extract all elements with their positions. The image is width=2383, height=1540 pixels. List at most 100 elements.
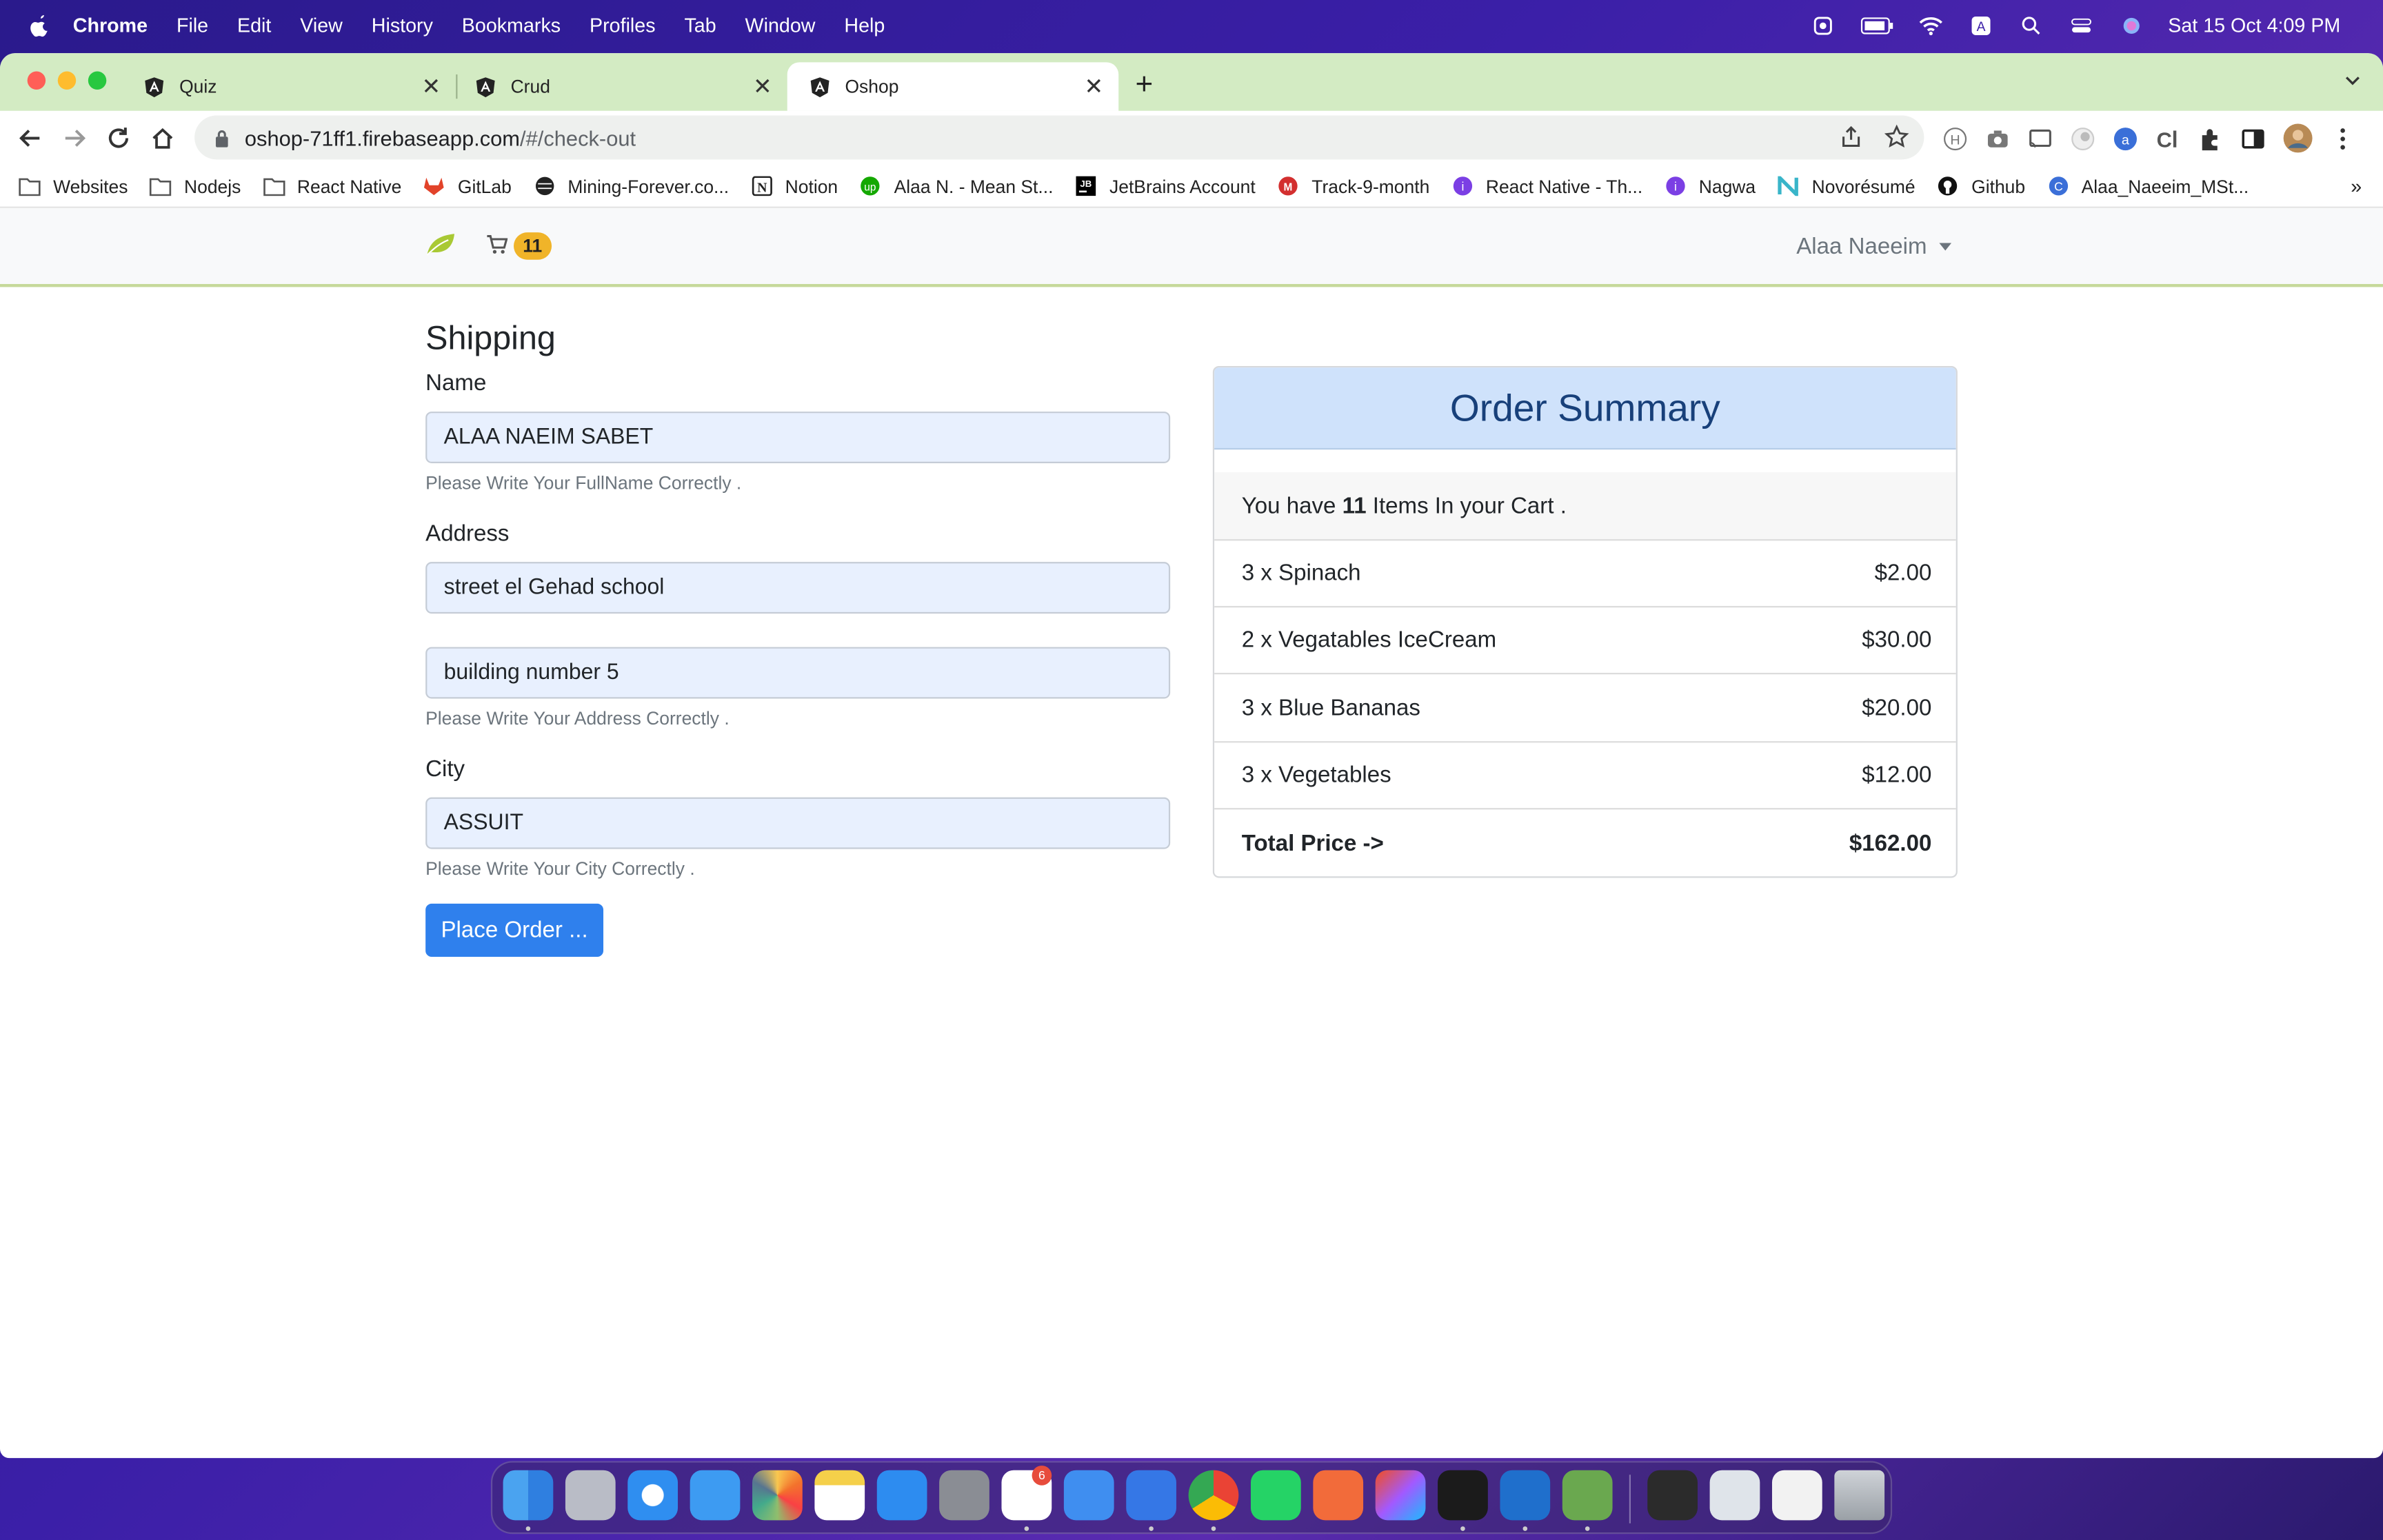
finder-icon[interactable] bbox=[503, 1470, 554, 1521]
extensions-puzzle-icon[interactable] bbox=[2198, 125, 2223, 151]
bookmark-gitlab[interactable]: GitLab bbox=[423, 175, 512, 196]
tab-label: Oshop bbox=[845, 76, 899, 98]
bookmark-nodejs[interactable]: Nodejs bbox=[149, 175, 241, 196]
photos-icon[interactable] bbox=[752, 1470, 803, 1521]
spotlight-search-icon[interactable] bbox=[2018, 14, 2043, 36]
lock-icon[interactable] bbox=[214, 128, 230, 147]
close-tab-icon[interactable]: ✕ bbox=[421, 73, 441, 100]
summary-item-row: 2 x Vegatables IceCream $30.00 bbox=[1214, 607, 1956, 675]
tab-search-chevron-icon[interactable] bbox=[2344, 72, 2362, 90]
blue-extension-icon[interactable]: a bbox=[2113, 125, 2138, 151]
bookmark-label: React Native - Th... bbox=[1485, 175, 1643, 197]
menu-profiles[interactable]: Profiles bbox=[590, 14, 656, 37]
bookmark-cv[interactable]: C Alaa_Naeeim_MSt... bbox=[2047, 175, 2249, 196]
zoom-window-button[interactable] bbox=[88, 71, 107, 90]
share-icon[interactable] bbox=[1839, 125, 1863, 149]
control-center-icon[interactable] bbox=[2068, 14, 2093, 36]
cast-extension-icon[interactable] bbox=[2027, 125, 2053, 151]
notes-icon[interactable] bbox=[814, 1470, 865, 1521]
menu-window[interactable]: Window bbox=[745, 14, 816, 37]
browser-menu-icon[interactable] bbox=[2330, 125, 2355, 151]
bookmark-nagwa[interactable]: i Nagwa bbox=[1664, 175, 1756, 196]
code-extension-icon[interactable]: C bbox=[2155, 125, 2180, 151]
menu-bookmarks[interactable]: Bookmarks bbox=[462, 14, 561, 37]
item-price: $12.00 bbox=[1862, 762, 1932, 789]
menu-help[interactable]: Help bbox=[844, 14, 885, 37]
recent-window-icon[interactable] bbox=[1709, 1470, 1760, 1521]
bookmark-track-9-month[interactable]: M Track-9-month bbox=[1277, 175, 1429, 196]
minimize-window-button[interactable] bbox=[57, 71, 77, 90]
user-dropdown[interactable]: Alaa Naeeim bbox=[1796, 234, 1951, 260]
whatsapp-icon[interactable] bbox=[1250, 1470, 1301, 1521]
figma-icon[interactable] bbox=[1375, 1470, 1426, 1521]
bookmark-mining-forever[interactable]: Mining-Forever.co... bbox=[533, 175, 729, 196]
forward-icon[interactable] bbox=[61, 125, 88, 152]
close-tab-icon[interactable]: ✕ bbox=[753, 73, 772, 100]
simulator-icon[interactable] bbox=[1126, 1470, 1176, 1521]
city-field[interactable]: ASSUIT bbox=[425, 797, 1171, 849]
bookmark-star-icon[interactable] bbox=[1884, 124, 1909, 149]
menubar-clock[interactable]: Sat 15 Oct 4:09 PM bbox=[2168, 14, 2340, 37]
menu-tab[interactable]: Tab bbox=[684, 14, 716, 37]
trash-icon[interactable] bbox=[1834, 1470, 1885, 1521]
bookmark-react-native-folder[interactable]: React Native bbox=[262, 175, 401, 196]
bookmark-novoresume[interactable]: Novorésumé bbox=[1777, 175, 1916, 196]
safari-icon[interactable] bbox=[627, 1470, 678, 1521]
bookmark-upwork[interactable]: up Alaa N. - Mean St... bbox=[859, 175, 1053, 196]
address-bar[interactable]: oshop-71ff1.firebaseapp.com/#/check-out bbox=[194, 115, 1924, 160]
profile-avatar-icon[interactable] bbox=[2283, 123, 2313, 153]
bookmark-websites[interactable]: Websites bbox=[18, 175, 128, 196]
menu-app-name[interactable]: Chrome bbox=[73, 14, 148, 37]
window-controls bbox=[27, 71, 107, 90]
address-line1-field[interactable]: street el Gehad school bbox=[425, 562, 1171, 614]
postman-icon[interactable] bbox=[1313, 1470, 1364, 1521]
siri-icon[interactable] bbox=[2118, 14, 2144, 36]
app-store-icon[interactable] bbox=[876, 1470, 927, 1521]
menu-edit[interactable]: Edit bbox=[237, 14, 271, 37]
vscode-icon[interactable] bbox=[1500, 1470, 1551, 1521]
home-icon[interactable] bbox=[149, 125, 177, 152]
leaf-logo-icon[interactable] bbox=[425, 232, 456, 256]
svg-text:i: i bbox=[1674, 180, 1677, 194]
bookmarks-overflow-chevron[interactable]: » bbox=[2351, 174, 2362, 197]
bookmark-label: Alaa_Naeeim_MSt... bbox=[2081, 175, 2249, 197]
close-window-button[interactable] bbox=[27, 71, 46, 90]
close-tab-icon[interactable]: ✕ bbox=[1084, 73, 1103, 100]
mail-icon[interactable] bbox=[690, 1470, 741, 1521]
cart-count-badge[interactable]: 11 bbox=[513, 232, 552, 260]
battery-icon[interactable] bbox=[1860, 14, 1893, 36]
new-tab-icon[interactable]: + bbox=[1135, 68, 1153, 103]
recent-window-icon[interactable] bbox=[1647, 1470, 1698, 1521]
camera-extension-icon[interactable] bbox=[1985, 125, 2011, 151]
bookmark-github[interactable]: Github bbox=[1936, 175, 2025, 196]
extension-h-icon[interactable]: H bbox=[1942, 125, 1968, 151]
bookmark-jetbrains[interactable]: JB JetBrains Account bbox=[1074, 175, 1256, 196]
tab-crud[interactable]: Crud ✕ bbox=[453, 62, 787, 111]
shopping-cart-icon[interactable] bbox=[486, 234, 508, 255]
reload-icon[interactable] bbox=[105, 125, 132, 152]
bookmark-notion[interactable]: N Notion bbox=[750, 175, 838, 196]
recent-window-icon[interactable] bbox=[1771, 1470, 1822, 1521]
address-line2-field[interactable]: building number 5 bbox=[425, 647, 1171, 699]
moon-extension-icon[interactable] bbox=[2070, 125, 2095, 151]
name-field[interactable]: ALAA NAEIM SABET bbox=[425, 412, 1171, 463]
wifi-icon[interactable] bbox=[1918, 14, 1943, 36]
terminal-icon[interactable] bbox=[1438, 1470, 1488, 1521]
tab-oshop[interactable]: Oshop ✕ bbox=[787, 62, 1119, 111]
back-icon[interactable] bbox=[17, 125, 44, 152]
input-source-icon[interactable]: A bbox=[1967, 14, 1993, 36]
xcode-icon[interactable] bbox=[1063, 1470, 1114, 1521]
menu-file[interactable]: File bbox=[177, 14, 208, 37]
bookmark-react-native-link[interactable]: i React Native - Th... bbox=[1451, 175, 1642, 196]
vpn-icon[interactable] bbox=[1809, 14, 1835, 36]
place-order-button[interactable]: Place Order ... bbox=[425, 903, 604, 958]
launchpad-icon[interactable] bbox=[565, 1470, 616, 1521]
menu-history[interactable]: History bbox=[372, 14, 433, 37]
menu-view[interactable]: View bbox=[300, 14, 343, 37]
system-preferences-icon[interactable] bbox=[939, 1470, 989, 1521]
script-editor-icon[interactable] bbox=[1562, 1470, 1613, 1521]
side-panel-icon[interactable] bbox=[2240, 125, 2266, 151]
chrome-icon[interactable] bbox=[1188, 1470, 1239, 1521]
tab-quiz[interactable]: Quiz ✕ bbox=[121, 62, 456, 111]
apple-icon[interactable] bbox=[28, 13, 52, 37]
